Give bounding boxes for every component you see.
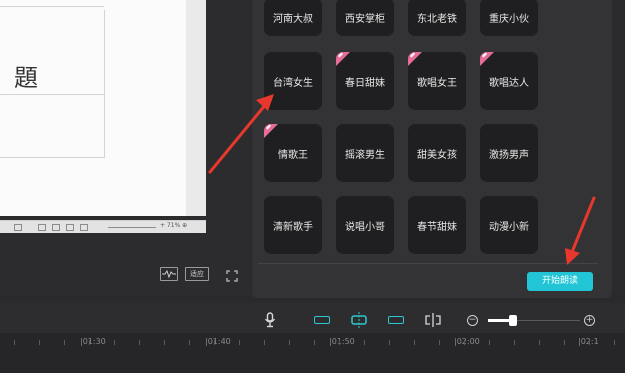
tick-mark bbox=[464, 340, 465, 345]
new-badge-icon bbox=[264, 124, 278, 138]
tick-mark bbox=[39, 340, 40, 345]
clip-select-icon[interactable] bbox=[314, 316, 330, 324]
voice-card[interactable]: 清新歌手 bbox=[264, 196, 322, 254]
tick-mark bbox=[364, 340, 365, 345]
tick-mark bbox=[164, 340, 165, 345]
tick-mark bbox=[539, 340, 540, 345]
tick-mark bbox=[514, 340, 515, 345]
document-heading-text: 題 bbox=[14, 64, 39, 92]
view-icon[interactable] bbox=[80, 224, 88, 231]
scrollbar-gutter bbox=[612, 0, 625, 300]
zoom-out-icon[interactable]: − bbox=[467, 315, 478, 326]
voice-card-label: 歌唱女王 bbox=[417, 77, 457, 89]
table-line bbox=[0, 157, 104, 158]
voice-card[interactable]: 重庆小伙 bbox=[480, 0, 538, 36]
voice-card[interactable]: 西安掌柜 bbox=[336, 0, 394, 36]
table-line bbox=[0, 94, 104, 95]
voice-card-label: 激扬男声 bbox=[489, 149, 529, 161]
table-line bbox=[104, 10, 105, 158]
zoom-readout: + 71% ⊕ bbox=[160, 222, 188, 229]
divider bbox=[258, 263, 598, 264]
tick-mark bbox=[239, 340, 240, 345]
voice-card[interactable]: 台湾女生 bbox=[264, 52, 322, 110]
tick-mark bbox=[614, 340, 615, 345]
view-icon[interactable] bbox=[38, 224, 46, 231]
voice-card[interactable]: 河南大叔 bbox=[264, 0, 322, 36]
tick-mark bbox=[339, 340, 340, 345]
document-statusbar: + 71% ⊕ bbox=[0, 220, 206, 233]
voice-card-label: 动漫小新 bbox=[489, 221, 529, 233]
tick-label: |01:50 bbox=[329, 337, 355, 346]
voice-card-label: 河南大叔 bbox=[273, 13, 313, 25]
waveform-icon[interactable] bbox=[160, 267, 178, 281]
voice-card[interactable]: 歌唱女王 bbox=[408, 52, 466, 110]
timeline-toolbar bbox=[0, 303, 625, 333]
tick-mark bbox=[589, 340, 590, 345]
tick-mark bbox=[89, 340, 90, 345]
fit-button[interactable]: 适应 bbox=[185, 267, 209, 281]
document-preview: 題 + 71% ⊕ bbox=[0, 0, 206, 233]
auto-snap-icon[interactable] bbox=[349, 311, 369, 329]
voice-card[interactable]: 情歌王 bbox=[264, 124, 322, 182]
tick-mark bbox=[389, 340, 390, 345]
tick-mark bbox=[14, 340, 15, 345]
table-line bbox=[0, 6, 104, 7]
voice-card-label: 春节甜妹 bbox=[417, 221, 457, 233]
tick-label: |02:00 bbox=[454, 337, 480, 346]
voice-card[interactable]: 春节甜妹 bbox=[408, 196, 466, 254]
voice-card[interactable]: 甜美女孩 bbox=[408, 124, 466, 182]
view-icon[interactable] bbox=[52, 224, 60, 231]
microphone-icon[interactable] bbox=[264, 312, 276, 328]
tick-mark bbox=[64, 340, 65, 345]
fullscreen-icon[interactable] bbox=[226, 267, 238, 282]
preview-pane: 題 + 71% ⊕ 适应 bbox=[0, 0, 250, 296]
tick-mark bbox=[289, 340, 290, 345]
document-sheet: 題 bbox=[0, 0, 186, 216]
view-icon[interactable] bbox=[66, 224, 74, 231]
voice-card-label: 甜美女孩 bbox=[417, 149, 457, 161]
voice-card-label: 说唱小哥 bbox=[345, 221, 385, 233]
tick-mark bbox=[489, 340, 490, 345]
voice-card-label: 东北老铁 bbox=[417, 13, 457, 25]
view-icon[interactable] bbox=[14, 224, 22, 231]
voice-card[interactable]: 说唱小哥 bbox=[336, 196, 394, 254]
tick-mark bbox=[214, 340, 215, 345]
zoom-slider[interactable] bbox=[108, 227, 156, 228]
tick-mark bbox=[314, 340, 315, 345]
tick-mark bbox=[439, 340, 440, 345]
timeline-zoom-handle[interactable] bbox=[509, 315, 517, 326]
new-badge-icon bbox=[408, 52, 422, 66]
tick-mark bbox=[114, 340, 115, 345]
voice-card[interactable]: 春日甜妹 bbox=[336, 52, 394, 110]
tick-mark bbox=[139, 340, 140, 345]
zoom-in-icon[interactable]: + bbox=[584, 315, 595, 326]
tick-mark bbox=[414, 340, 415, 345]
new-badge-icon bbox=[336, 52, 350, 66]
voice-card-label: 情歌王 bbox=[278, 149, 308, 161]
tick-mark bbox=[564, 340, 565, 345]
voice-card-label: 春日甜妹 bbox=[345, 77, 385, 89]
voice-card-label: 西安掌柜 bbox=[345, 13, 385, 25]
voice-card[interactable]: 歌唱达人 bbox=[480, 52, 538, 110]
voice-card-label: 重庆小伙 bbox=[489, 13, 529, 25]
new-badge-icon bbox=[480, 52, 494, 66]
start-reading-button[interactable]: 开始朗读 bbox=[527, 272, 593, 291]
voice-card-label: 台湾女生 bbox=[273, 77, 313, 89]
tick-mark bbox=[264, 340, 265, 345]
voice-card-label: 歌唱达人 bbox=[489, 77, 529, 89]
clip-link-icon[interactable] bbox=[388, 316, 404, 324]
tick-label: |01:40 bbox=[205, 337, 231, 346]
voice-card[interactable]: 摇滚男生 bbox=[336, 124, 394, 182]
split-icon[interactable] bbox=[425, 312, 441, 327]
voice-card-label: 摇滚男生 bbox=[345, 149, 385, 161]
voice-card-label: 清新歌手 bbox=[273, 221, 313, 233]
voice-card[interactable]: 动漫小新 bbox=[480, 196, 538, 254]
voice-card[interactable]: 东北老铁 bbox=[408, 0, 466, 36]
tick-mark bbox=[189, 340, 190, 345]
tick-label: |01:30 bbox=[80, 337, 106, 346]
voice-card[interactable]: 激扬男声 bbox=[480, 124, 538, 182]
